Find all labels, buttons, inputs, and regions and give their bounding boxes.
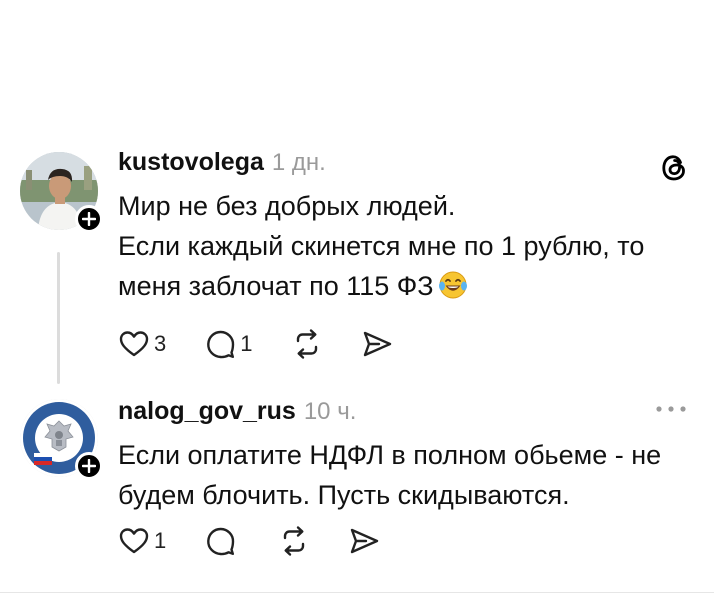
comment-icon <box>207 527 235 556</box>
thread-connector-line <box>57 252 60 384</box>
reply-button[interactable]: 1 <box>204 328 253 360</box>
share-button[interactable] <box>348 525 380 557</box>
post-text-line: будем блочить. Пусть скидываются. <box>118 480 570 510</box>
divider <box>0 592 714 593</box>
post-text-line: Если оплатите НДФЛ в полном обьеме - не <box>118 440 662 470</box>
plus-icon <box>82 212 96 226</box>
post-text-line: Если каждый скинется мне по 1 рублю, то <box>118 231 645 261</box>
share-button[interactable] <box>361 328 393 360</box>
username[interactable]: kustovolega <box>118 148 264 177</box>
post-text-line-with-emoji: меня заблочат по 115 ФЗ <box>118 266 698 306</box>
reply-count: 1 <box>240 331 253 356</box>
thread-post: kustovolega 1 дн. Мир не без добрых люде… <box>0 140 714 384</box>
repost-button[interactable] <box>278 525 310 557</box>
timestamp: 1 дн. <box>271 149 326 176</box>
follow-plus-button[interactable] <box>75 205 103 233</box>
like-button[interactable]: 3 <box>118 328 166 360</box>
post-header: nalog_gov_rus 10 ч. <box>118 397 356 426</box>
heart-icon <box>119 528 149 554</box>
repost-button[interactable] <box>291 328 323 360</box>
post-body: Мир не без добрых людей. Если каждый ски… <box>118 186 698 306</box>
username[interactable]: nalog_gov_rus <box>118 397 296 426</box>
thread-post: nalog_gov_rus 10 ч. Если оплатите НДФЛ в… <box>0 385 714 585</box>
heart-icon <box>119 331 149 357</box>
post-text-line: Мир не без добрых людей. <box>118 191 456 221</box>
repost-icon <box>296 329 317 359</box>
like-count: 3 <box>154 331 167 356</box>
post-body: Если оплатите НДФЛ в полном обьеме - не … <box>118 435 698 515</box>
post-actions: 1 <box>118 525 418 557</box>
follow-plus-button[interactable] <box>75 452 103 480</box>
post-text-line: меня заблочат по 115 ФЗ <box>118 271 434 301</box>
share-send-icon <box>363 331 391 357</box>
tears-of-joy-emoji-icon <box>438 271 467 299</box>
timestamp: 10 ч. <box>303 398 357 425</box>
post-header: kustovolega 1 дн. <box>118 148 326 177</box>
threads-logo-icon <box>662 155 685 181</box>
plus-icon <box>82 459 96 473</box>
comment-icon <box>207 330 235 359</box>
reply-button[interactable] <box>204 525 240 557</box>
more-options-icon[interactable] <box>650 399 692 419</box>
post-actions: 3 1 <box>118 328 431 360</box>
like-button[interactable]: 1 <box>118 525 166 557</box>
share-send-icon <box>351 528 379 554</box>
repost-icon <box>284 526 305 556</box>
like-count: 1 <box>154 528 167 553</box>
